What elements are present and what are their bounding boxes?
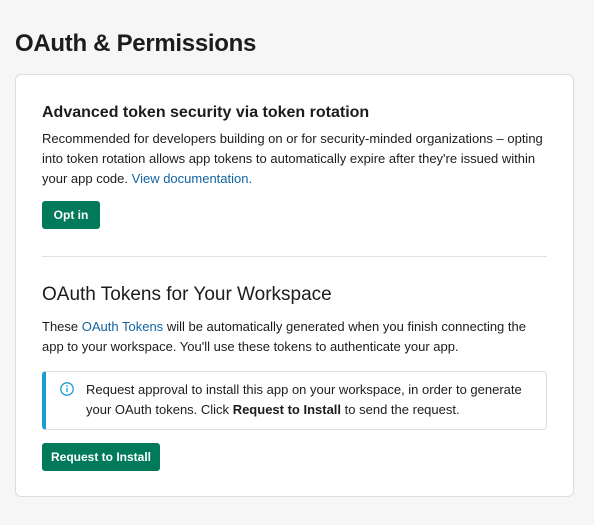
info-icon [60,382,74,396]
oauth-tokens-heading: OAuth Tokens for Your Workspace [42,284,332,305]
page-title: OAuth & Permissions [15,30,257,57]
token-rotation-description-text: Recommended for developers building on o… [42,131,543,186]
view-documentation-link[interactable]: View documentation. [132,171,252,186]
token-rotation-section: Advanced token security via token rotati… [42,103,547,229]
callout-text-after: to send the request. [344,402,460,417]
token-rotation-heading: Advanced token security via token rotati… [42,104,370,121]
settings-card: Advanced token security via token rotati… [15,74,574,497]
oauth-tokens-link[interactable]: OAuth Tokens [82,319,163,334]
oauth-tokens-section: OAuth Tokens for Your Workspace These OA… [42,283,547,430]
section-divider [42,256,547,257]
opt-in-button[interactable]: Opt in [42,201,100,229]
token-rotation-description: Recommended for developers building on o… [42,129,547,189]
callout-text-bold: Request to Install [232,402,342,417]
callout-text: Request approval to install this app on … [86,380,534,420]
oauth-tokens-description-prefix: These [42,319,79,334]
request-to-install-button[interactable]: Request to Install [42,443,160,471]
oauth-tokens-description: These OAuth Tokens will be automatically… [42,317,547,357]
install-approval-callout: Request approval to install this app on … [42,371,547,430]
